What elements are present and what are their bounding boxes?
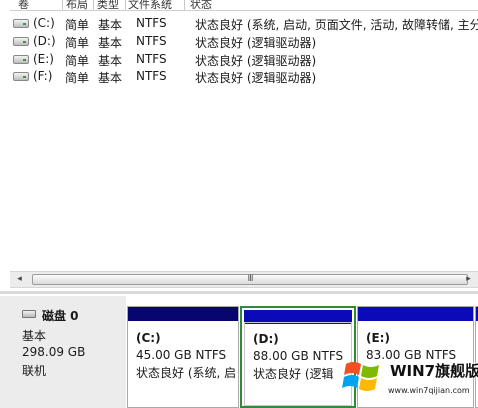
volume-name: (D:) (33, 34, 56, 48)
volume-name: (E:) (33, 52, 54, 66)
drive-icon (13, 19, 29, 28)
column-header-type[interactable]: 类型 (97, 0, 119, 10)
volume-row[interactable]: (C:) 简单 基本 NTFS 状态良好 (系统, 启动, 页面文件, 活动, … (10, 15, 478, 32)
volume-layout: 简单 (65, 36, 90, 50)
partition-name: (C:) (136, 331, 161, 345)
volume-status: 状态良好 (逻辑驱动器) (195, 54, 317, 68)
disk-size: 298.09 GB (22, 345, 86, 359)
horizontal-scrollbar[interactable]: ◂ III ▸ (10, 271, 478, 288)
watermark-title: WIN7旗舰版 (390, 362, 478, 380)
volume-list: 卷 布局 类型 文件系统 状态 (C:) 简单 基本 NTFS 状态良好 (系统… (10, 0, 478, 270)
scroll-left-arrow-icon[interactable]: ◂ (11, 272, 28, 287)
partition-c[interactable]: (C:) 45.00 GB NTFS 状态良好 (系统, 启 (127, 306, 239, 408)
partition-name: (E:) (366, 331, 390, 345)
column-header-status[interactable]: 状态 (190, 0, 212, 10)
volume-row[interactable]: (F:) 简单 基本 NTFS 状态良好 (逻辑驱动器) (10, 68, 478, 85)
column-header-layout[interactable]: 布局 (66, 0, 88, 10)
column-header-row: 卷 布局 类型 文件系统 状态 (10, 0, 478, 11)
partition-status: 状态良好 (逻辑 (253, 367, 334, 381)
disk-icon (22, 310, 36, 318)
disk-info-panel[interactable]: 磁盘 0 基本 298.09 GB 联机 (0, 296, 126, 408)
disk-state: 联机 (22, 364, 47, 378)
drive-icon (13, 37, 29, 46)
disk-name: 磁盘 0 (42, 309, 79, 323)
partition-name: (D:) (253, 332, 279, 346)
volume-type: 基本 (98, 54, 123, 68)
volume-layout: 简单 (65, 54, 90, 68)
partition-bar (358, 307, 473, 321)
scrollbar-thumb[interactable]: III (32, 274, 468, 285)
volume-status: 状态良好 (逻辑驱动器) (195, 36, 317, 50)
column-separator[interactable] (62, 0, 63, 10)
partition-size: 88.00 GB NTFS (253, 349, 344, 363)
volume-row[interactable]: (D:) 简单 基本 NTFS 状态良好 (逻辑驱动器) (10, 33, 478, 50)
volume-status: 状态良好 (系统, 启动, 页面文件, 活动, 故障转储, 主分 (195, 18, 478, 32)
scroll-right-arrow-icon[interactable]: ▸ (460, 272, 477, 287)
pane-divider[interactable] (0, 291, 478, 294)
volume-status: 状态良好 (逻辑驱动器) (195, 71, 317, 85)
volume-filesystem: NTFS (136, 16, 167, 30)
scrollbar-grip: III (247, 274, 254, 284)
volume-layout: 简单 (65, 18, 90, 32)
watermark-url: www.win7qijian.com (388, 386, 470, 395)
volume-type: 基本 (98, 36, 123, 50)
partition-status: 状态良好 (系统, 启 (136, 366, 237, 380)
column-header-filesystem[interactable]: 文件系统 (128, 0, 172, 10)
column-separator[interactable] (93, 0, 94, 10)
partition-size: 45.00 GB NTFS (136, 348, 227, 362)
partition-bar (128, 307, 238, 321)
column-separator[interactable] (184, 0, 185, 10)
windows-logo-icon (342, 362, 379, 391)
volume-name: (C:) (33, 16, 55, 30)
volume-filesystem: NTFS (136, 69, 167, 83)
drive-icon (13, 55, 29, 64)
volume-filesystem: NTFS (136, 34, 167, 48)
drive-icon (13, 72, 29, 81)
column-header-volume[interactable]: 卷 (18, 0, 29, 10)
column-separator[interactable] (125, 0, 126, 10)
volume-type: 基本 (98, 18, 123, 32)
volume-filesystem: NTFS (136, 52, 167, 66)
watermark: WIN7旗舰版 www.win7qijian.com (338, 354, 478, 408)
disk-type: 基本 (22, 329, 47, 343)
volume-type: 基本 (98, 71, 123, 85)
volume-layout: 简单 (65, 71, 90, 85)
volume-row[interactable]: (E:) 简单 基本 NTFS 状态良好 (逻辑驱动器) (10, 51, 478, 68)
volume-name: (F:) (33, 69, 53, 83)
